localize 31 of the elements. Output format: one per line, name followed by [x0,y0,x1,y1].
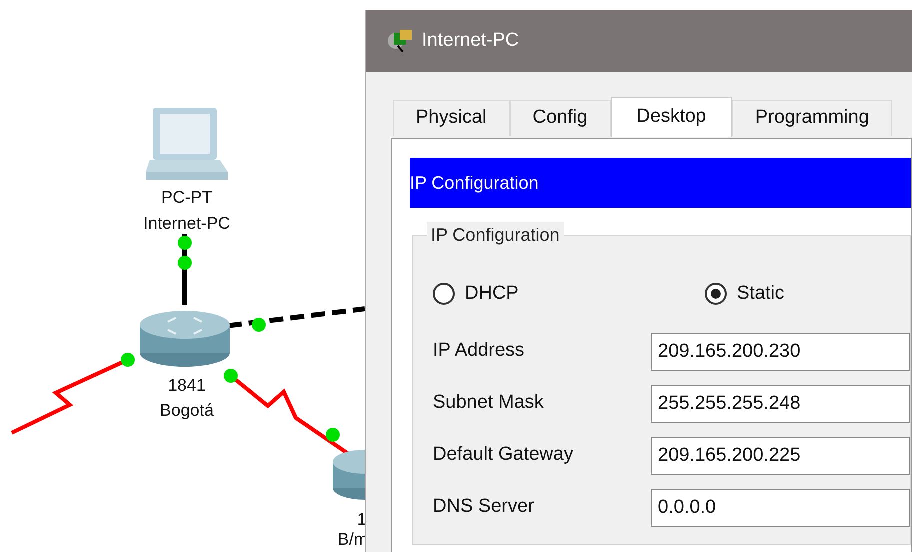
radio-option[interactable]: Static [705,280,785,308]
link-status-dot [121,353,135,367]
app-icon [386,28,414,54]
router-icon[interactable] [140,311,230,367]
field-label: Subnet Mask [433,391,545,416]
device-name-label: Internet-PC [144,215,230,232]
input-field[interactable]: 209.165.200.225 [651,436,910,474]
field-label: DNS Server [433,495,536,520]
device-name-label: Bogotá [160,402,214,419]
device-model-label: PC-PT [162,189,212,206]
link-status-dot [178,256,192,270]
input-field[interactable]: 0.0.0.0 [651,488,910,526]
link-status-dot [224,369,238,383]
tab[interactable]: Config [510,100,611,136]
link-status-dot [178,236,192,250]
tab[interactable]: Desktop [610,97,732,137]
radio-button[interactable] [433,283,455,306]
device-model-label: 1 [357,511,367,528]
input-field[interactable]: 255.255.255.248 [651,384,910,422]
radio-button[interactable] [705,283,727,306]
window-title: Internet-PC [422,28,520,53]
field-label: Default Gateway [433,443,574,468]
tab[interactable]: Programming [732,100,892,136]
field-label: IP Address [433,339,526,364]
tab[interactable]: Physical [393,100,510,136]
input-field[interactable]: 209.165.200.230 [651,332,910,370]
radio-option[interactable]: DHCP [433,280,705,308]
link-status-dot [252,318,266,332]
link-status-dot [326,428,340,442]
panel-header: IP Configuration [410,158,911,208]
device-model-label: 1841 [168,377,206,394]
